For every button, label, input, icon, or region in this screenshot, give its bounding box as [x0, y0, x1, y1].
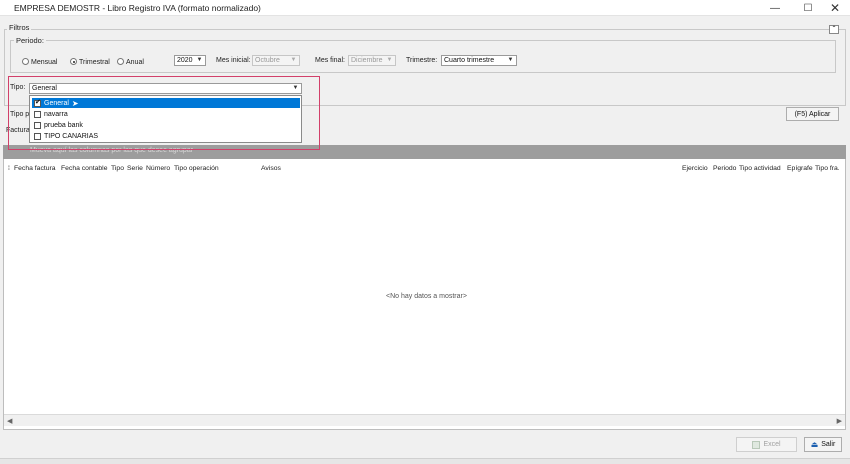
scroll-right-icon[interactable]: ▶ [837, 417, 842, 425]
mes-inicial-label: Mes inicial: [216, 57, 251, 64]
year-select[interactable]: 2020 ▼ [174, 55, 206, 66]
radio-trimestral[interactable]: Trimestral [70, 58, 110, 66]
column-header[interactable]: Tipo [111, 165, 124, 172]
radio-trimestral-label: Trimestral [79, 59, 110, 66]
column-header[interactable]: Serie [127, 165, 143, 172]
apply-button[interactable]: (F5) Aplicar [786, 107, 839, 121]
column-header[interactable]: Tipo actividad [739, 165, 781, 172]
bottom-edge [0, 458, 850, 464]
trimestre-label: Trimestre: [406, 57, 438, 64]
column-header[interactable]: Tipo fra. [815, 165, 840, 172]
mes-inicial-value: Octubre [255, 57, 280, 64]
mes-final-value: Diciembre [351, 57, 383, 64]
empty-grid-message: <No hay datos a mostrar> [386, 293, 467, 300]
chevron-up-icon[interactable]: ⌃ [829, 25, 839, 34]
apply-button-label: (F5) Aplicar [794, 110, 831, 118]
chevron-down-icon[interactable]: ▼ [195, 57, 204, 64]
year-value: 2020 [177, 57, 193, 64]
column-header[interactable]: Epígrafe [787, 165, 813, 172]
column-header[interactable]: Ejercicio [682, 165, 708, 172]
trimestre-value: Cuarto trimestre [444, 57, 495, 64]
exit-button[interactable]: ⏏ Salir [804, 437, 842, 452]
excel-button[interactable]: Excel [736, 437, 797, 452]
mes-final-label: Mes final: [315, 57, 345, 64]
radio-mensual[interactable]: Mensual [22, 58, 57, 66]
maximize-icon[interactable]: ☐ [793, 0, 823, 16]
chevron-down-icon[interactable]: ▼ [385, 57, 394, 64]
radio-anual-icon[interactable] [117, 58, 124, 65]
excel-button-label: Excel [763, 441, 781, 448]
trimestre-select[interactable]: Cuarto trimestre ▼ [441, 55, 517, 66]
column-header[interactable]: Número [146, 165, 170, 172]
chevron-down-icon[interactable]: ▼ [506, 57, 515, 64]
filters-legend: Filtros [7, 23, 32, 32]
close-icon[interactable]: ✕ [820, 0, 850, 16]
highlight-frame [8, 76, 320, 150]
horizontal-scrollbar[interactable]: ◀ ▶ [4, 414, 845, 426]
radio-mensual-icon[interactable] [22, 58, 29, 65]
mes-inicial-select[interactable]: Octubre ▼ [252, 55, 300, 66]
radio-mensual-label: Mensual [31, 59, 58, 66]
radio-trimestral-icon[interactable] [70, 58, 77, 65]
column-header[interactable]: Fecha contable [61, 165, 107, 172]
exit-icon: ⏏ [810, 440, 819, 449]
radio-anual[interactable]: Anual [117, 58, 144, 66]
column-header[interactable]: Fecha factura [14, 165, 56, 172]
scroll-left-icon[interactable]: ◀ [7, 417, 12, 425]
chevron-down-icon[interactable]: ▼ [289, 57, 298, 64]
column-header[interactable]: Avisos [261, 165, 281, 172]
mes-final-select[interactable]: Diciembre ▼ [348, 55, 396, 66]
column-header[interactable]: Tipo operación [174, 165, 219, 172]
column-header[interactable]: Periodo [713, 165, 736, 172]
exit-button-label: Salir [821, 441, 836, 448]
window-title: EMPRESA DEMOSTR - Libro Registro IVA (fo… [14, 3, 261, 13]
periodo-legend: Periodo: [14, 36, 46, 45]
excel-icon [752, 440, 761, 449]
radio-anual-label: Anual [126, 59, 144, 66]
minimize-icon[interactable]: — [760, 0, 790, 16]
column-handle-icon[interactable]: ⁞ [8, 165, 10, 172]
